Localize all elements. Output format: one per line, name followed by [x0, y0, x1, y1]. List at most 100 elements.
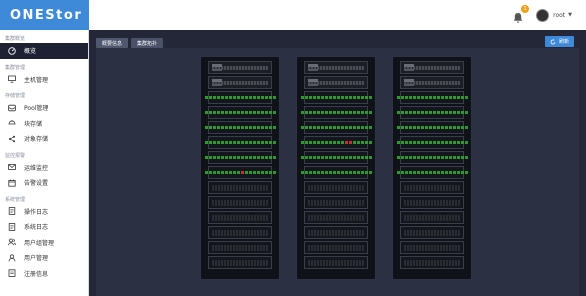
- rack-server-unit[interactable]: [204, 106, 276, 119]
- sidebar-item[interactable]: 对象存储: [0, 131, 88, 147]
- tab-bar: 概要信息 集群拓扑: [96, 38, 164, 48]
- tab-summary[interactable]: 概要信息: [96, 38, 129, 48]
- sidebar-item-label: 块存储: [24, 120, 43, 128]
- user-group-icon: [8, 238, 16, 246]
- rack-server-unit[interactable]: [204, 121, 276, 134]
- sidebar-group-label: 集群管理: [5, 64, 26, 71]
- topology-panel: [96, 48, 579, 296]
- sidebar-group-label: 监控报警: [5, 152, 26, 159]
- sidebar-item[interactable]: 用户管理: [0, 250, 88, 266]
- rack-storage-unit[interactable]: [208, 211, 272, 224]
- rack-storage-unit[interactable]: [208, 256, 272, 269]
- sidebar-item-label: Pool管理: [24, 105, 49, 113]
- rack-storage-unit[interactable]: [304, 196, 368, 209]
- sidebar-item-label: 运维监控: [24, 164, 49, 172]
- rack-storage-unit[interactable]: [304, 226, 368, 239]
- pool-icon: [8, 104, 16, 112]
- logo-area: ONEStor: [0, 0, 89, 30]
- notification-bell[interactable]: 1: [512, 5, 530, 23]
- refresh-button[interactable]: 刷新: [544, 36, 574, 47]
- rack-switch-unit[interactable]: [304, 76, 368, 89]
- rack-server-unit[interactable]: [396, 91, 468, 104]
- document-icon: [8, 207, 16, 216]
- rack-server-unit[interactable]: [396, 121, 468, 134]
- tab-topology[interactable]: 集群拓扑: [131, 38, 164, 48]
- rack-server-unit[interactable]: [204, 166, 276, 179]
- rack-server-unit[interactable]: [300, 121, 372, 134]
- rack-storage-unit[interactable]: [304, 181, 368, 194]
- server-rack: [200, 56, 280, 280]
- calendar-icon: [8, 179, 16, 187]
- sidebar-item-label: 对象存储: [24, 136, 49, 144]
- sidebar-item[interactable]: 概览: [0, 43, 88, 59]
- rack-storage-unit[interactable]: [400, 226, 464, 239]
- rack-server-unit[interactable]: [396, 136, 468, 149]
- rack-server-unit[interactable]: [300, 151, 372, 164]
- main-content: 概要信息 集群拓扑 刷新: [89, 30, 586, 296]
- sidebar-item[interactable]: 操作日志: [0, 204, 88, 220]
- sidebar-item-label: 用户管理: [24, 255, 49, 263]
- share-icon: [8, 135, 16, 143]
- username[interactable]: root: [553, 12, 565, 19]
- rack-server-unit[interactable]: [396, 166, 468, 179]
- sidebar-item-label: 注册信息: [24, 270, 49, 278]
- rack-storage-unit[interactable]: [208, 241, 272, 254]
- sidebar-item[interactable]: 运维监控: [0, 160, 88, 176]
- rack-server-unit[interactable]: [204, 151, 276, 164]
- rack-server-unit[interactable]: [204, 136, 276, 149]
- rack-server-unit[interactable]: [300, 91, 372, 104]
- notification-badge: 1: [521, 5, 530, 13]
- rack-server-unit[interactable]: [396, 151, 468, 164]
- rack-storage-unit[interactable]: [208, 226, 272, 239]
- rack-storage-unit[interactable]: [400, 241, 464, 254]
- user-icon: [8, 254, 16, 262]
- sidebar-group-label: 系统管理: [5, 196, 26, 203]
- sidebar-item-label: 主机管理: [24, 76, 49, 84]
- sidebar-item-label: 告警设置: [24, 180, 49, 188]
- sidebar-item[interactable]: 主机管理: [0, 72, 88, 88]
- rack-storage-unit[interactable]: [400, 181, 464, 194]
- sidebar-item[interactable]: 系统日志: [0, 219, 88, 235]
- sidebar-item[interactable]: 注册信息: [0, 266, 88, 282]
- sidebar-item[interactable]: 用户组管理: [0, 235, 88, 251]
- document-icon: [8, 222, 16, 231]
- refresh-icon: [550, 38, 556, 44]
- sidebar-group-label: 存储管理: [5, 93, 26, 99]
- sidebar-item[interactable]: 块存储: [0, 116, 88, 132]
- rack-storage-unit[interactable]: [208, 181, 272, 194]
- rack-storage-unit[interactable]: [208, 196, 272, 209]
- rack-storage-unit[interactable]: [304, 256, 368, 269]
- rack-switch-unit[interactable]: [400, 76, 464, 89]
- sidebar-item[interactable]: Pool管理: [0, 100, 88, 116]
- rack-storage-unit[interactable]: [304, 211, 368, 224]
- sidebar-item[interactable]: 告警设置: [0, 175, 88, 191]
- rack-server-unit[interactable]: [300, 106, 372, 119]
- rack-server-unit[interactable]: [300, 166, 372, 179]
- block-storage-icon: [8, 119, 16, 127]
- rack-switch-unit[interactable]: [208, 61, 272, 74]
- rack-storage-unit[interactable]: [304, 241, 368, 254]
- sidebar-group-label: 集群概览: [5, 36, 26, 42]
- sidebar-item-label: 用户组管理: [24, 239, 55, 247]
- sidebar: 集群概览概览集群管理主机管理存储管理 Pool管理 块存储对象存储监控报警运维监控告…: [0, 30, 89, 296]
- mail-icon: [8, 163, 16, 171]
- refresh-label: 刷新: [558, 39, 569, 45]
- rack-server-unit[interactable]: [396, 106, 468, 119]
- sidebar-item-label: 系统日志: [24, 224, 49, 232]
- avatar[interactable]: [536, 8, 550, 22]
- top-bar: 1 root ▼: [89, 0, 586, 30]
- bell-icon: [513, 13, 523, 23]
- rack-storage-unit[interactable]: [400, 256, 464, 269]
- rack-server-unit[interactable]: [300, 136, 372, 149]
- rack-storage-unit[interactable]: [400, 211, 464, 224]
- monitor-icon: [8, 75, 16, 83]
- rack-switch-unit[interactable]: [304, 61, 368, 74]
- rack-storage-unit[interactable]: [400, 196, 464, 209]
- sidebar-item-label: 概览: [24, 48, 37, 56]
- chevron-down-icon[interactable]: ▼: [568, 12, 572, 18]
- rack-server-unit[interactable]: [204, 91, 276, 104]
- register-icon: [8, 269, 16, 278]
- rack-switch-unit[interactable]: [208, 76, 272, 89]
- rack-switch-unit[interactable]: [400, 61, 464, 74]
- sidebar-item-label: 操作日志: [24, 208, 49, 216]
